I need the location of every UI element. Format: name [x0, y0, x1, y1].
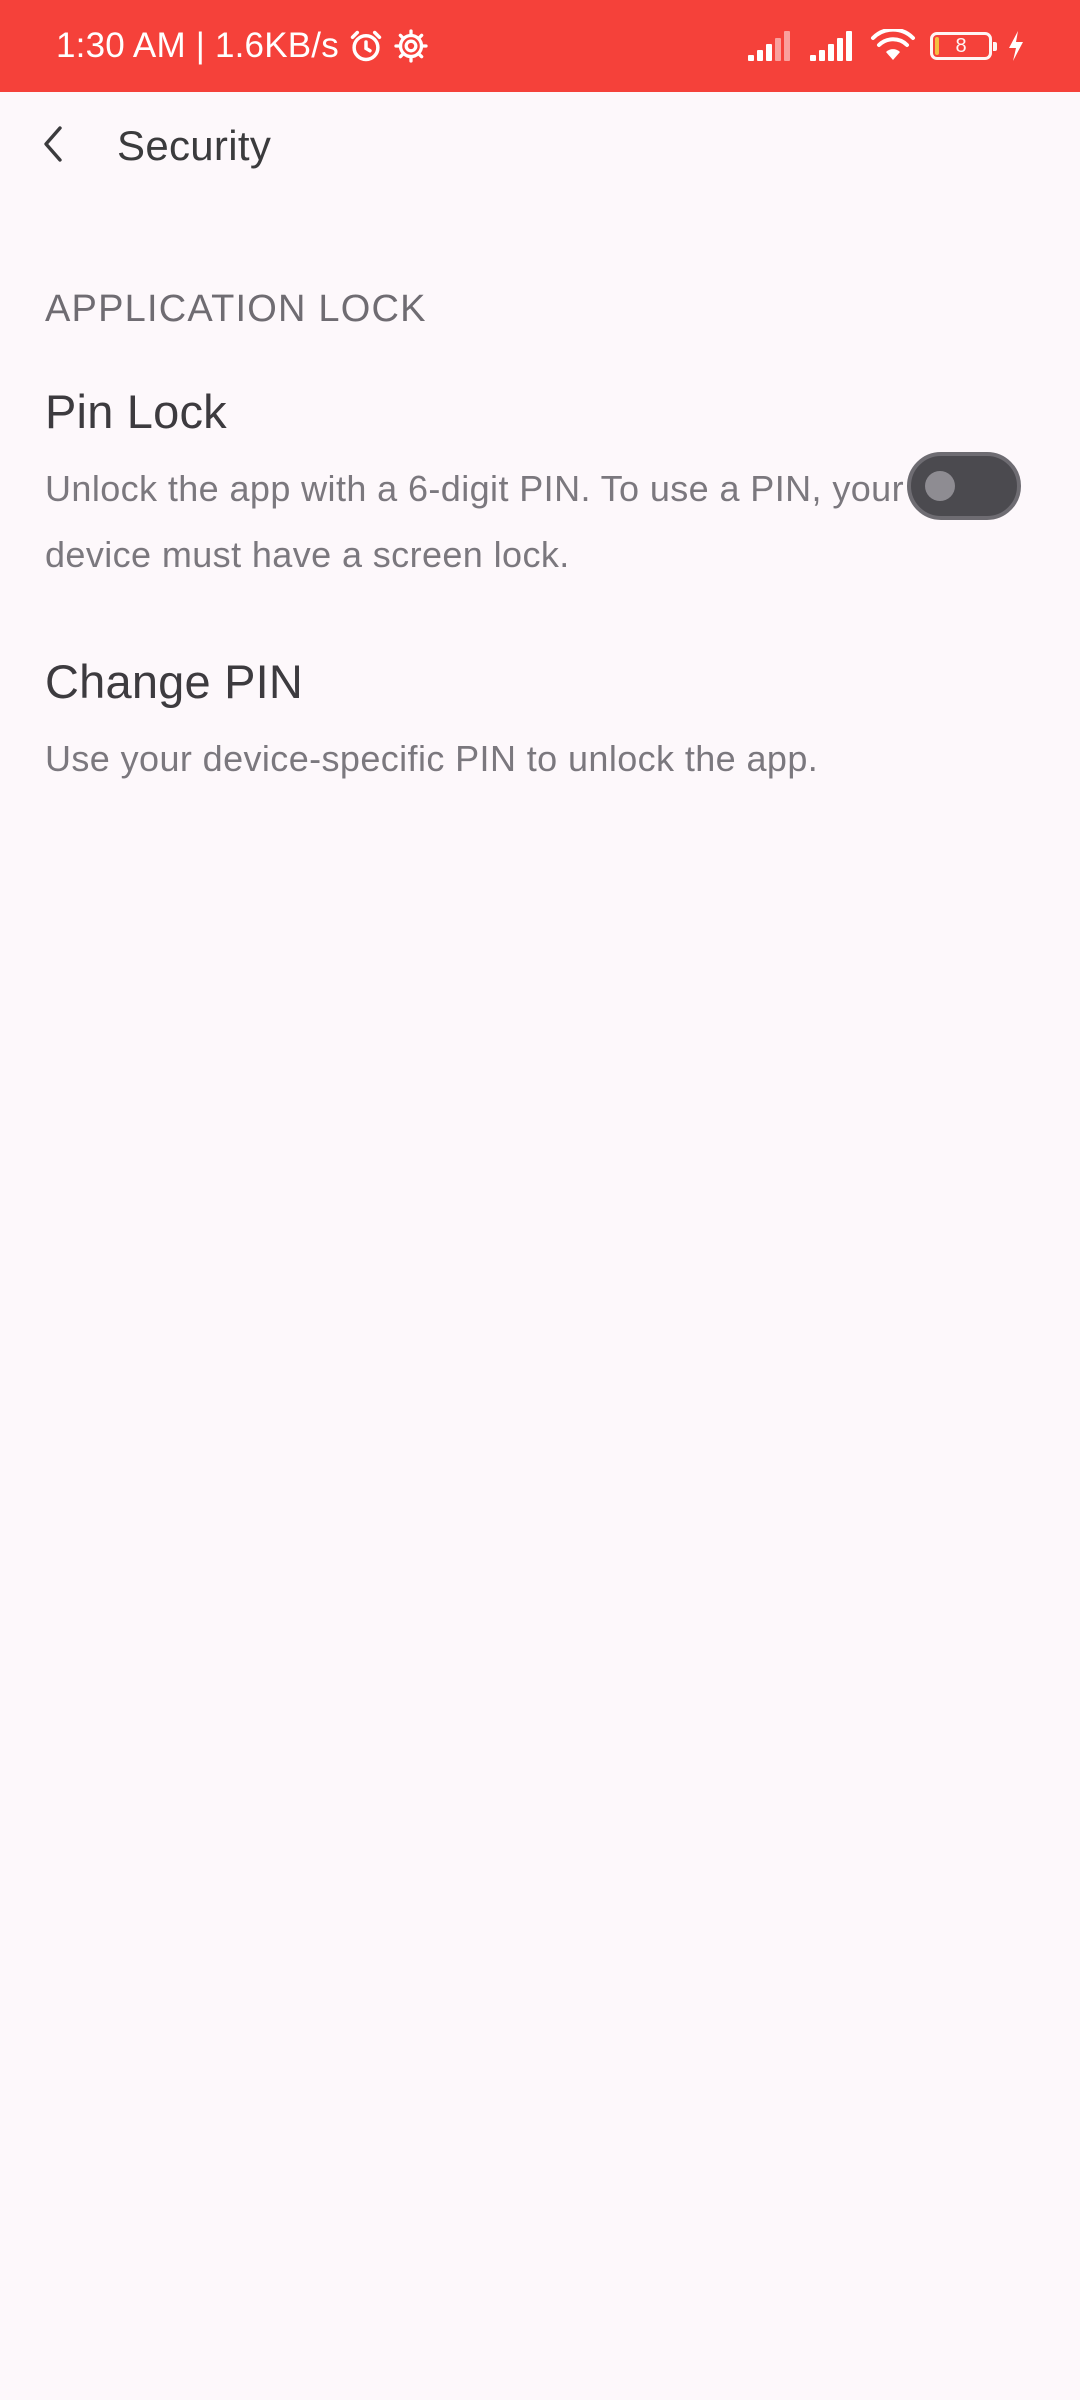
chevron-left-icon: [36, 124, 72, 164]
change-pin-preference[interactable]: Change PIN Use your device-specific PIN …: [0, 640, 1080, 800]
status-bar: 1:30 AM | 1.6KB/s 8: [0, 0, 1080, 92]
alarm-icon: [347, 27, 385, 65]
wifi-icon: [870, 29, 916, 63]
pin-lock-toggle[interactable]: [907, 452, 1021, 520]
battery-icon: 8: [930, 32, 997, 60]
pin-lock-title: Pin Lock: [45, 385, 227, 438]
signal-2-icon: [808, 29, 856, 63]
charging-icon: [1006, 30, 1026, 62]
status-right: 8: [746, 0, 1026, 92]
toggle-thumb: [925, 471, 955, 501]
signal-1-icon: [746, 29, 794, 63]
settings-gear-icon: [393, 28, 429, 64]
back-button[interactable]: [22, 112, 86, 176]
page-title: Security: [117, 122, 272, 169]
status-left: 1:30 AM | 1.6KB/s: [56, 0, 429, 92]
section-header-application-lock: APPLICATION LOCK: [45, 288, 427, 330]
pin-lock-summary: Unlock the app with a 6-digit PIN. To us…: [45, 468, 904, 575]
app-bar: Security: [0, 92, 1080, 204]
change-pin-title: Change PIN: [45, 655, 304, 708]
status-time-speed: 1:30 AM | 1.6KB/s: [56, 26, 339, 65]
battery-level: 8: [955, 35, 967, 57]
change-pin-summary: Use your device-specific PIN to unlock t…: [45, 738, 819, 779]
